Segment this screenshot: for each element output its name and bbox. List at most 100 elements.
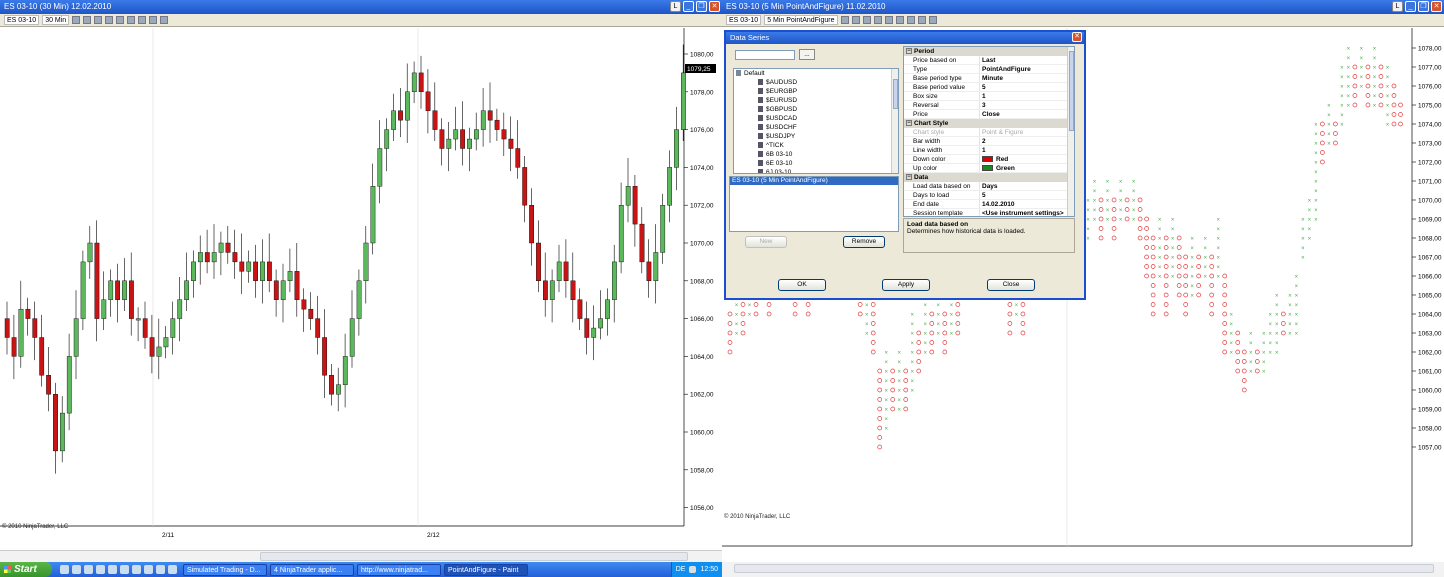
instrument-item[interactable]: $GBPUSD	[734, 105, 898, 114]
ok-button[interactable]: OK	[778, 279, 826, 291]
instrument-item[interactable]: 6E 03-10	[734, 159, 898, 168]
property-value[interactable]: Last	[979, 56, 1074, 64]
property-value[interactable]: 5	[979, 83, 1074, 91]
property-row[interactable]: Reversal 3	[904, 101, 1074, 110]
layout-button[interactable]: L	[670, 1, 681, 12]
category-chart-style[interactable]: − Chart Style	[904, 119, 1074, 128]
app-icon[interactable]	[144, 565, 153, 574]
property-row[interactable]: Price Close	[904, 110, 1074, 119]
properties-icon[interactable]	[917, 16, 926, 24]
horizontal-scrollbar[interactable]	[0, 550, 722, 562]
collapse-icon[interactable]: −	[906, 48, 912, 55]
pointer-icon[interactable]	[862, 16, 871, 24]
property-row[interactable]: Box size 1	[904, 92, 1074, 101]
property-row[interactable]: Down color Red	[904, 155, 1074, 164]
properties-icon[interactable]	[149, 16, 158, 24]
property-row[interactable]: End date 14.02.2010	[904, 200, 1074, 209]
property-value[interactable]: Red	[979, 155, 1074, 163]
property-row[interactable]: Price based on Last	[904, 56, 1074, 65]
tree-scroll-thumb[interactable]	[893, 79, 898, 109]
task-button[interactable]: http://www.ninjatrad...	[357, 563, 441, 576]
property-row[interactable]: Chart style Point & Figure	[904, 128, 1074, 137]
browse-button[interactable]: ...	[799, 49, 815, 60]
layout-button[interactable]: L	[1392, 1, 1403, 12]
instrument-selector[interactable]: ES 03-10	[4, 15, 40, 25]
app-icon[interactable]	[156, 565, 165, 574]
instrument-item[interactable]: 6B 03-10	[734, 150, 898, 159]
left-window-titlebar[interactable]: ES 03-10 (30 Min) 12.02.2010 L _ ❐ ✕	[0, 0, 722, 14]
property-row[interactable]: Days to load 5	[904, 191, 1074, 200]
property-grid[interactable]: − Period Price based on Last Type PointAndFi…	[903, 46, 1075, 217]
property-value[interactable]: Minute	[979, 74, 1074, 82]
strategies-icon[interactable]	[138, 16, 147, 24]
property-value[interactable]: Point & Figure	[979, 128, 1074, 136]
collapse-icon[interactable]: −	[906, 174, 912, 181]
scroll-thumb[interactable]	[260, 552, 688, 561]
ie-icon[interactable]	[60, 565, 69, 574]
crosshair-icon[interactable]	[105, 16, 114, 24]
instrument-item[interactable]: ^TICK	[734, 141, 898, 150]
property-row[interactable]: Session template <Use instrument settings…	[904, 209, 1074, 216]
start-button[interactable]: Start	[0, 562, 52, 577]
property-value[interactable]: 1	[979, 146, 1074, 154]
minimize-button[interactable]: _	[683, 1, 694, 12]
property-value[interactable]: 3	[979, 101, 1074, 109]
property-row[interactable]: Load data based on Days	[904, 182, 1074, 191]
instrument-item[interactable]: 6J 03-10	[734, 168, 898, 173]
property-value[interactable]: 1	[979, 92, 1074, 100]
instrument-item[interactable]: $EURGBP	[734, 87, 898, 96]
property-row[interactable]: Base period type Minute	[904, 74, 1074, 83]
data-series-icon[interactable]	[928, 16, 937, 24]
property-value[interactable]: 14.02.2010	[979, 200, 1074, 208]
right-window-titlebar[interactable]: ES 03-10 (5 Min PointAndFigure) 11.02.20…	[722, 0, 1444, 14]
close-button[interactable]: ✕	[709, 1, 720, 12]
zoom-icon[interactable]	[884, 16, 893, 24]
instrument-search-input[interactable]	[735, 50, 795, 60]
instrument-tree[interactable]: Default $AUDUSD $EURGBP $EURUSD $GBPUSD $USD…	[733, 68, 899, 174]
restore-button[interactable]: ❐	[696, 1, 707, 12]
property-value[interactable]: Close	[979, 110, 1074, 118]
property-value[interactable]: <Use instrument settings>	[979, 209, 1074, 216]
property-scroll-thumb[interactable]	[1069, 51, 1074, 131]
property-row[interactable]: Base period value 5	[904, 83, 1074, 92]
property-row[interactable]: Up color Green	[904, 164, 1074, 173]
strategies-icon[interactable]	[906, 16, 915, 24]
explorer-icon[interactable]	[108, 565, 117, 574]
app-icon[interactable]	[120, 565, 129, 574]
dialog-titlebar[interactable]: Data Series ✕	[726, 32, 1084, 44]
collapse-icon[interactable]: −	[906, 120, 912, 127]
apply-button[interactable]: Apply	[882, 279, 930, 291]
new-button[interactable]: New	[745, 236, 787, 248]
task-button[interactable]: 4 NinjaTrader applic...	[270, 563, 354, 576]
right-horizontal-scrollbar[interactable]	[722, 562, 1444, 577]
selected-series-item[interactable]: ES 03-10 (5 Min PointAndFigure)	[730, 177, 898, 185]
dialog-close-icon[interactable]: ✕	[1072, 32, 1082, 42]
pointer-icon[interactable]	[94, 16, 103, 24]
instrument-selector[interactable]: ES 03-10	[726, 15, 762, 25]
drawing-tool-icon[interactable]	[851, 16, 860, 24]
period-selector[interactable]: 30 Min	[42, 15, 70, 25]
bar-type-icon[interactable]	[72, 16, 81, 24]
drawing-tool-icon[interactable]	[83, 16, 92, 24]
task-button[interactable]: PointAndFigure - Paint	[444, 563, 528, 576]
data-series-icon[interactable]	[160, 16, 169, 24]
property-value[interactable]: 2	[979, 137, 1074, 145]
property-value[interactable]: PointAndFigure	[979, 65, 1074, 73]
app-icon[interactable]	[132, 565, 141, 574]
instrument-item[interactable]: $USDCAD	[734, 114, 898, 123]
crosshair-icon[interactable]	[873, 16, 882, 24]
minimize-button[interactable]: _	[1405, 1, 1416, 12]
property-row[interactable]: Line width 1	[904, 146, 1074, 155]
instrument-item[interactable]: $EURUSD	[734, 96, 898, 105]
selected-series-list[interactable]: ES 03-10 (5 Min PointAndFigure)	[729, 176, 899, 232]
tree-scrollbar[interactable]	[891, 69, 898, 173]
property-value[interactable]: Days	[979, 182, 1074, 190]
restore-button[interactable]: ❐	[1418, 1, 1429, 12]
remove-button[interactable]: Remove	[843, 236, 885, 248]
app-icon[interactable]	[168, 565, 177, 574]
media-icon[interactable]	[84, 565, 93, 574]
property-value[interactable]: 5	[979, 191, 1074, 199]
close-button[interactable]: ✕	[1431, 1, 1442, 12]
bar-type-icon[interactable]	[840, 16, 849, 24]
instrument-item[interactable]: $USDCHF	[734, 123, 898, 132]
